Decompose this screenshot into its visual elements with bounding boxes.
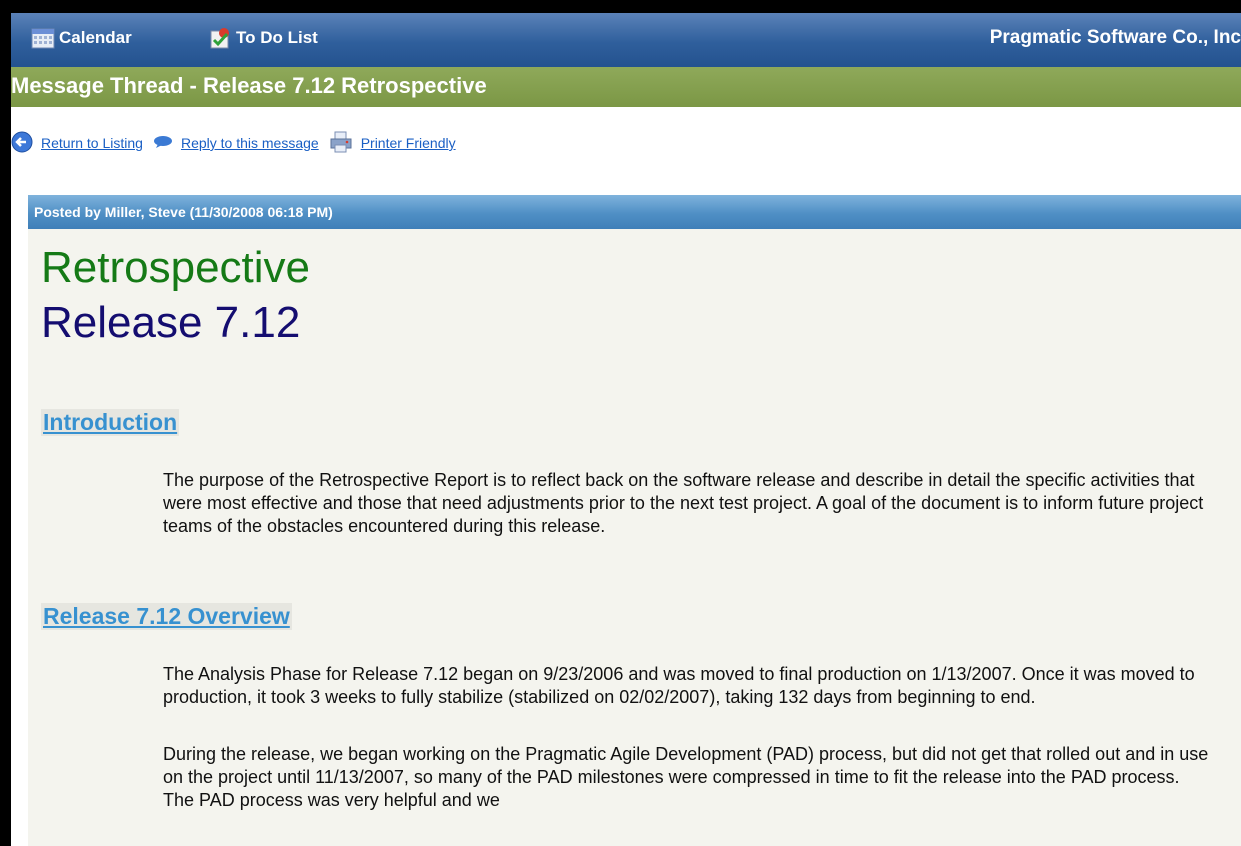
return-to-listing-link[interactable]: Return to Listing [11,131,143,156]
nav-calendar-link[interactable]: Calendar [31,27,132,49]
back-arrow-icon[interactable] [11,131,33,156]
document-title-line-1: Retrospective [41,243,311,292]
app-window: Calendar To Do List Pragmatic Software C… [11,13,1241,846]
todo-list-icon [208,27,232,49]
reply-to-message-label[interactable]: Reply to this message [181,135,319,151]
thread-title-bar: Message Thread - Release 7.12 Retrospect… [11,67,1241,107]
thread-title: Message Thread - Release 7.12 Retrospect… [11,73,487,98]
section-heading-introduction[interactable]: Introduction [41,409,180,436]
reply-to-message-link[interactable]: Reply to this message [153,135,319,152]
calendar-icon [31,27,55,49]
document-title-line-2: Release 7.12 [41,298,301,347]
section-heading-release-overview[interactable]: Release 7.12 Overview [41,603,292,630]
printer-friendly-link[interactable]: Printer Friendly [329,131,456,156]
posted-by-bar: Posted by Miller, Steve (11/30/2008 06:1… [28,195,1241,229]
top-nav-bar: Calendar To Do List Pragmatic Software C… [11,13,1241,67]
overview-paragraph-2: During the release, we began working on … [163,744,1209,810]
return-to-listing-label[interactable]: Return to Listing [41,135,143,151]
nav-calendar-label: Calendar [59,28,132,47]
overview-paragraph-1: The Analysis Phase for Release 7.12 bega… [163,664,1195,707]
company-name: Pragmatic Software Co., Inc [989,27,1241,48]
action-links: Return to Listing Reply to this message [11,129,466,157]
posted-by-text: Posted by Miller, Steve (11/30/2008 06:1… [34,204,333,220]
printer-friendly-label[interactable]: Printer Friendly [361,135,456,151]
nav-todo-list-label: To Do List [236,28,318,47]
introduction-paragraph: The purpose of the Retrospective Report … [163,470,1204,536]
printer-icon[interactable] [329,131,353,156]
reply-bubble-icon[interactable] [153,135,173,152]
nav-todo-list-link[interactable]: To Do List [208,27,318,49]
message-body: Retrospective Release 7.12 Introduction … [28,229,1241,846]
